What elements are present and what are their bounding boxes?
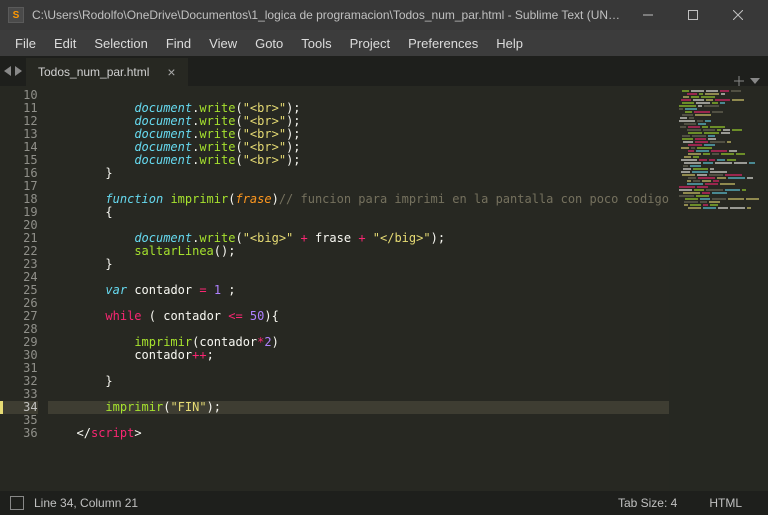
code-line[interactable] xyxy=(48,362,669,375)
close-button[interactable] xyxy=(715,0,760,30)
tab-prev-icon xyxy=(4,66,12,76)
code-line[interactable]: document.write("<br>"); xyxy=(48,154,669,167)
code-line[interactable]: while ( contador <= 50){ xyxy=(48,310,669,323)
code-line[interactable]: contador++; xyxy=(48,349,669,362)
window-controls xyxy=(625,0,760,30)
window-title: C:\Users\Rodolfo\OneDrive\Documentos\1_l… xyxy=(32,8,625,22)
tab-next-icon xyxy=(14,66,22,76)
status-panel-icon[interactable] xyxy=(10,496,24,510)
status-tabsize[interactable]: Tab Size: 4 xyxy=(602,496,693,510)
tab-active[interactable]: Todos_num_par.html × xyxy=(26,58,188,86)
minimize-button[interactable] xyxy=(625,0,670,30)
menubar: File Edit Selection Find View Goto Tools… xyxy=(0,30,768,56)
code-line[interactable]: saltarLinea(); xyxy=(48,245,669,258)
menu-view[interactable]: View xyxy=(200,32,246,55)
menu-tools[interactable]: Tools xyxy=(292,32,340,55)
new-tab-icon[interactable] xyxy=(734,76,744,86)
menu-preferences[interactable]: Preferences xyxy=(399,32,487,55)
titlebar: S C:\Users\Rodolfo\OneDrive\Documentos\1… xyxy=(0,0,768,30)
tab-menu-icon[interactable] xyxy=(750,76,760,86)
editor[interactable]: 1011121314151617181920212223242526272829… xyxy=(0,86,768,491)
code-line[interactable]: } xyxy=(48,375,669,388)
tab-label: Todos_num_par.html xyxy=(38,65,149,79)
menu-edit[interactable]: Edit xyxy=(45,32,85,55)
tabbar: Todos_num_par.html × xyxy=(0,56,768,86)
code-line[interactable]: function imprimir(frase)// funcion para … xyxy=(48,193,669,206)
status-position: Line 34, Column 21 xyxy=(34,496,138,510)
code-line[interactable]: imprimir("FIN"); xyxy=(48,401,669,414)
menu-help[interactable]: Help xyxy=(487,32,532,55)
code-line[interactable]: </script> xyxy=(48,427,669,440)
maximize-button[interactable] xyxy=(670,0,715,30)
menu-find[interactable]: Find xyxy=(157,32,200,55)
menu-project[interactable]: Project xyxy=(341,32,399,55)
gutter: 1011121314151617181920212223242526272829… xyxy=(0,86,48,491)
code-line[interactable]: } xyxy=(48,258,669,271)
tabbar-right xyxy=(726,76,768,86)
app-icon: S xyxy=(8,7,24,23)
status-syntax[interactable]: HTML xyxy=(693,496,758,510)
line-number: 36 xyxy=(0,427,38,440)
tab-nav-arrows[interactable] xyxy=(0,56,26,86)
menu-file[interactable]: File xyxy=(6,32,45,55)
menu-selection[interactable]: Selection xyxy=(85,32,156,55)
code-line[interactable]: var contador = 1 ; xyxy=(48,284,669,297)
minimap[interactable] xyxy=(669,86,768,491)
code-line[interactable]: } xyxy=(48,167,669,180)
statusbar: Line 34, Column 21 Tab Size: 4 HTML xyxy=(0,491,768,515)
tab-close-button[interactable]: × xyxy=(167,64,175,80)
code-line[interactable]: { xyxy=(48,206,669,219)
menu-goto[interactable]: Goto xyxy=(246,32,292,55)
code-area[interactable]: document.write("<br>"); document.write("… xyxy=(48,86,669,491)
